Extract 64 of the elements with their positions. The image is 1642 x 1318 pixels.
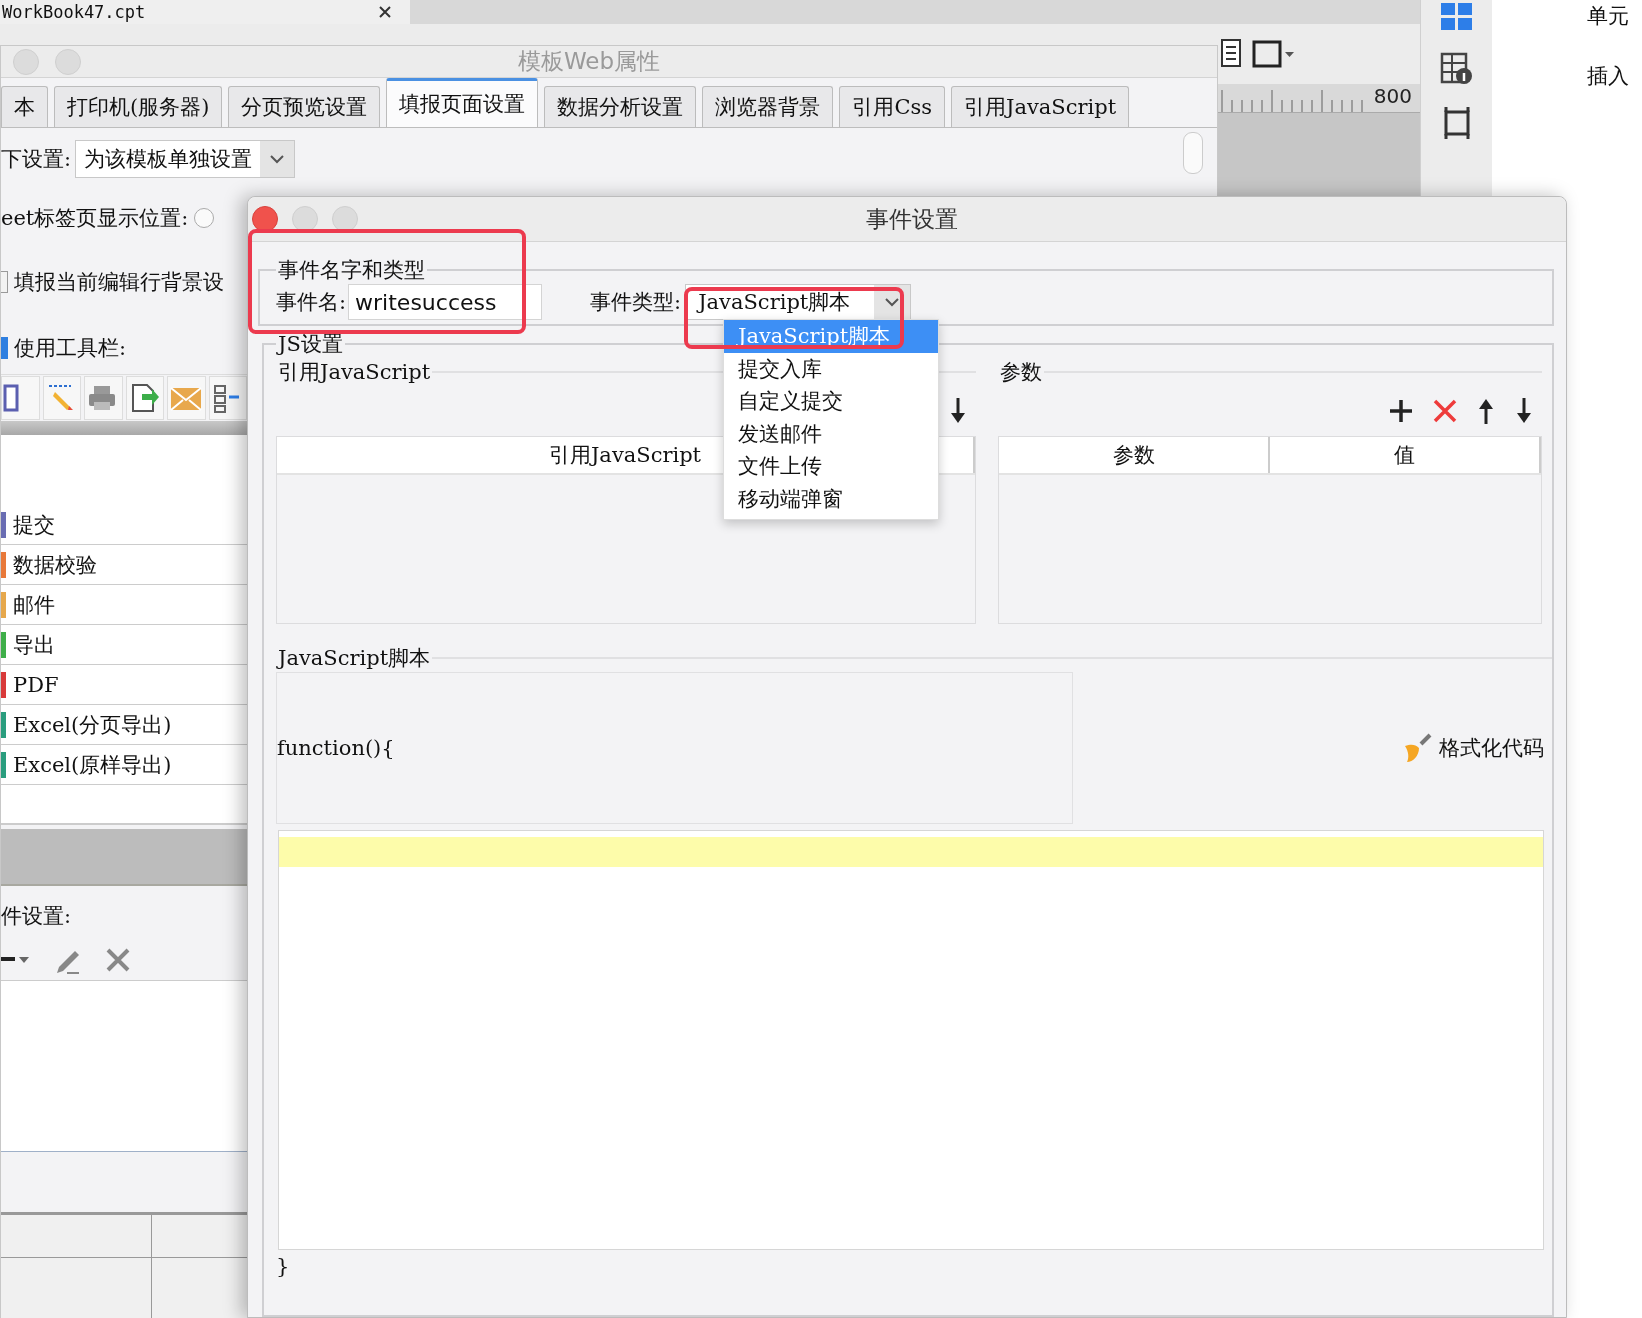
group-title: 事件名字和类型 <box>277 257 426 284</box>
checkbox[interactable] <box>1 271 8 293</box>
tab[interactable]: 引用JavaScript <box>951 86 1130 127</box>
code-text: } <box>276 1254 290 1278</box>
format-code-button[interactable]: 格式化代码 <box>1401 672 1544 824</box>
arrow-up-icon[interactable] <box>1476 397 1496 425</box>
panel-label: 单元 <box>1587 3 1630 30</box>
dialog-title: 事件设置 <box>865 204 959 234</box>
option-label: 填报当前编辑行背景设 <box>14 269 224 296</box>
grid-icon[interactable] <box>1439 2 1474 32</box>
window-minimize-button[interactable] <box>292 206 318 232</box>
tab[interactable]: 数据分析设置 <box>544 86 697 127</box>
tab[interactable]: 本 <box>1 86 48 127</box>
window-zoom-button[interactable] <box>332 206 358 232</box>
field-label: 事件名: <box>276 289 347 316</box>
file-tab-label: WorkBook47.cpt <box>2 2 146 22</box>
setting-label: eet标签页显示位置: <box>1 205 189 232</box>
table-info-icon[interactable] <box>1439 52 1474 86</box>
chevron-down-icon[interactable] <box>885 297 900 307</box>
tab[interactable]: 分页预览设置 <box>228 86 381 127</box>
frame-icon[interactable] <box>1250 38 1296 70</box>
tab[interactable]: 打印机(服务器) <box>54 86 223 127</box>
section-title: JavaScript脚本 <box>276 645 432 672</box>
field-label: 事件类型: <box>590 289 682 316</box>
toolbar-item[interactable]: 导出 <box>13 630 55 659</box>
toolbar-item[interactable]: Excel(分页导出) <box>13 710 172 739</box>
tab[interactable]: 填报页面设置 <box>386 78 539 127</box>
column-header[interactable]: 参数 <box>999 437 1270 473</box>
arrow-down-icon[interactable] <box>1514 397 1534 425</box>
event-name-field[interactable]: writesuccess <box>348 284 543 320</box>
toolbar-item[interactable]: Excel(原样导出) <box>13 750 172 779</box>
delete-icon[interactable] <box>105 947 131 973</box>
window-title: 模板Web属性 <box>516 47 662 76</box>
column-header[interactable]: 值 <box>1270 437 1541 473</box>
toolbar-item[interactable]: 提交 <box>13 510 55 539</box>
scrollbar[interactable] <box>1183 132 1203 174</box>
section-label: 件设置: <box>1 904 72 928</box>
close-icon[interactable] <box>378 5 392 19</box>
section-title: 引用JavaScript <box>277 359 432 386</box>
section-title: 参数 <box>999 359 1043 386</box>
code-text: function(){ <box>277 736 395 760</box>
checkbox[interactable] <box>1 337 8 359</box>
group-title: JS设置 <box>276 331 344 358</box>
add-icon[interactable] <box>1388 398 1414 424</box>
tab[interactable]: 浏览器背景 <box>702 86 834 127</box>
menu-item[interactable]: 移动端弹窗 <box>724 482 938 515</box>
menu-item[interactable]: 自定义提交 <box>724 385 938 418</box>
toolbar-item[interactable]: 邮件 <box>13 590 55 619</box>
toolbar-item[interactable]: 数据校验 <box>13 550 97 579</box>
radio-button[interactable] <box>194 208 215 228</box>
toolbar-item[interactable]: PDF <box>13 672 59 697</box>
menu-item[interactable]: 提交入库 <box>724 352 938 385</box>
tab[interactable]: 引用Css <box>839 86 945 127</box>
chevron-down-icon[interactable] <box>270 154 285 164</box>
scope-dropdown[interactable]: 为该模板单独设置 <box>75 140 296 178</box>
arrow-down-icon[interactable] <box>948 397 968 425</box>
delete-icon[interactable] <box>1432 398 1458 424</box>
ruler-label: 800 <box>1373 84 1412 108</box>
option-label: 使用工具栏: <box>14 335 127 362</box>
sheet-icon[interactable] <box>1220 38 1242 70</box>
panel-label: 插入 <box>1587 63 1630 90</box>
setting-label: 下设置: <box>1 146 72 173</box>
file-tab[interactable]: WorkBook47.cpt <box>0 0 410 24</box>
window-close-button[interactable] <box>252 206 278 232</box>
